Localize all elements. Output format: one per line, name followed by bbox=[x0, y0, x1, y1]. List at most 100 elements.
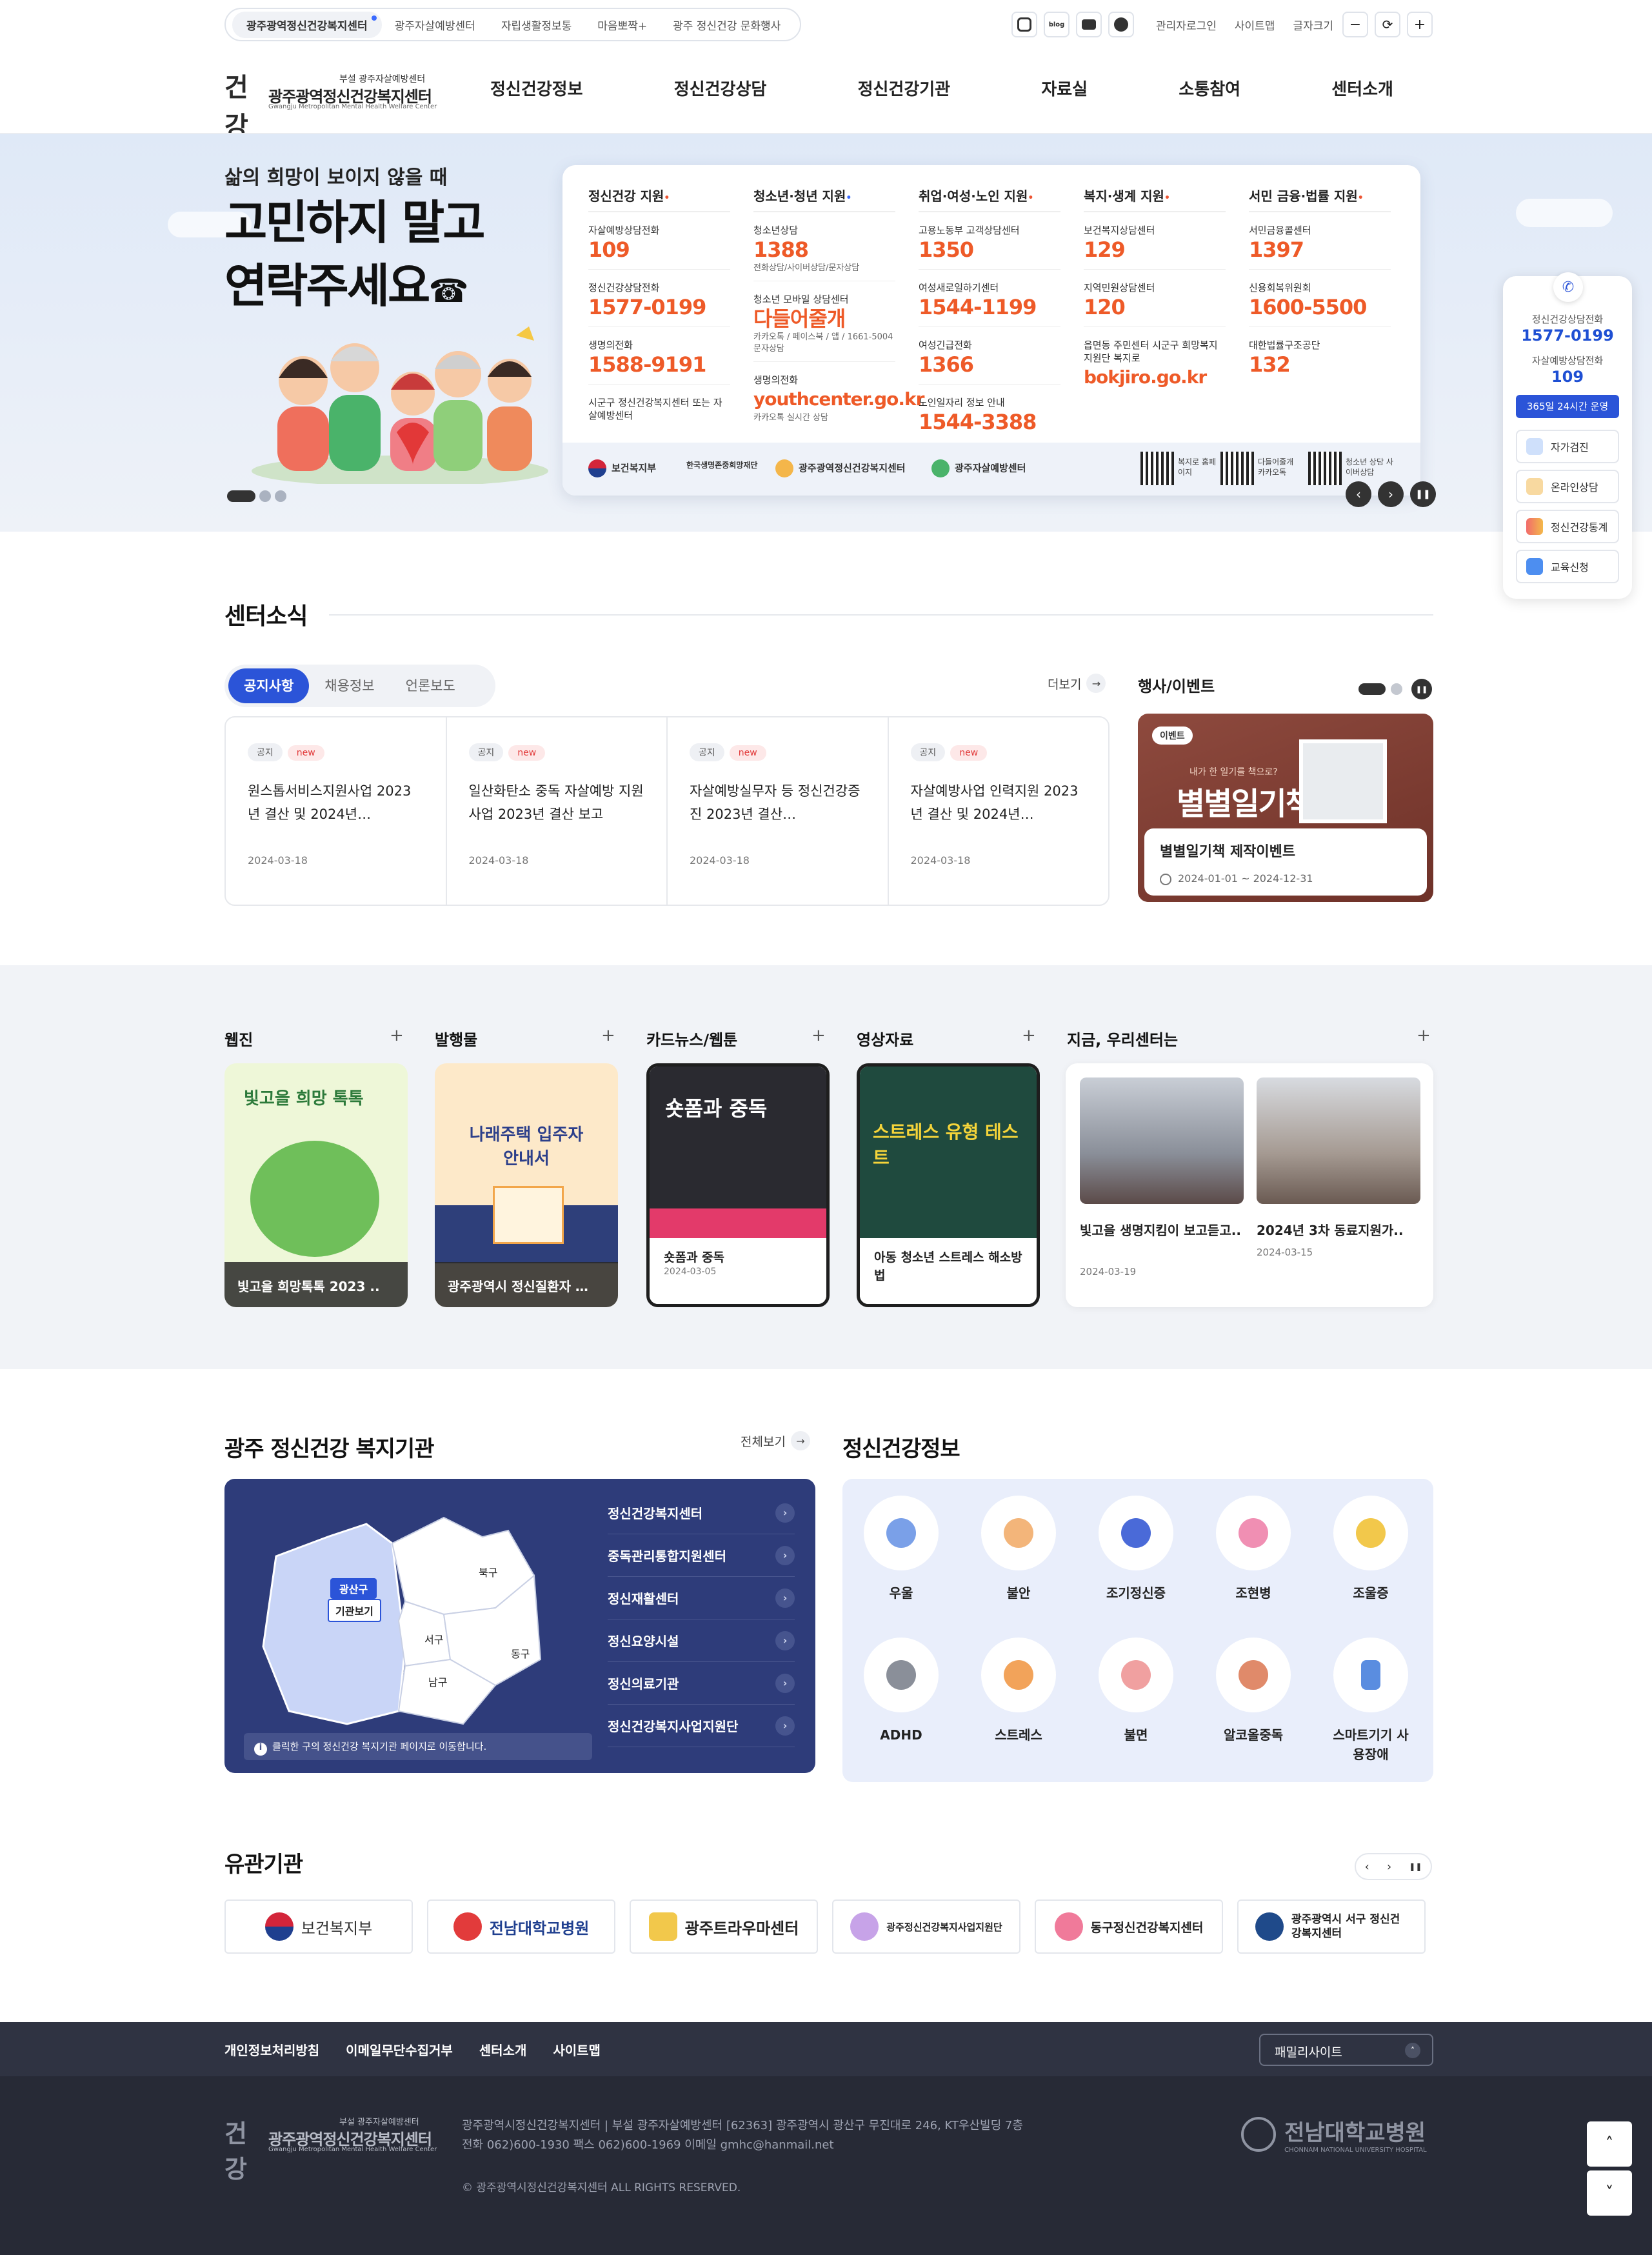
hotline-item[interactable]: 고용노동부 고객상담센터 1350 bbox=[919, 224, 1060, 270]
plus-icon[interactable]: + bbox=[811, 1026, 826, 1045]
district-label-seo[interactable]: 서구 bbox=[424, 1631, 443, 1647]
event-photo[interactable] bbox=[1257, 1077, 1420, 1204]
pagination-dot[interactable] bbox=[1391, 683, 1402, 695]
prev-slide-button[interactable]: ‹ bbox=[1346, 481, 1371, 507]
event-card[interactable]: 이벤트 내가 한 일기를 책으로? 별별일기책 별별일기책 제작이벤트 2024… bbox=[1138, 714, 1433, 902]
plus-icon[interactable]: + bbox=[390, 1026, 404, 1045]
related-link[interactable]: 보건복지부 bbox=[224, 1899, 413, 1954]
pagination-dot[interactable] bbox=[275, 490, 286, 502]
site-logo[interactable]: 건강 부설 광주자살예방센터 광주광역정신건강복지센터 Gwangju Metr… bbox=[224, 65, 437, 141]
district-label-dong[interactable]: 동구 bbox=[511, 1645, 530, 1661]
instagram-icon[interactable] bbox=[1011, 12, 1038, 37]
hotline-item[interactable]: 청소년 모바일 상담센터 다들어줄개 카카오톡 / 페이스북 / 앱 / 1661-… bbox=[753, 293, 895, 362]
self-check-button[interactable]: 자가검진 bbox=[1516, 430, 1619, 463]
site-tab[interactable]: 광주자살예방센터 bbox=[382, 17, 488, 33]
hotline-item[interactable]: 자살예방상담전화 109 bbox=[588, 224, 730, 270]
district-label-gwangsan[interactable]: 광산구 bbox=[330, 1578, 377, 1599]
facility-type-item[interactable]: 정신요양시설 › bbox=[608, 1619, 795, 1662]
webzine-card[interactable]: 빛고을 희망 톡톡 빛고을 희망톡톡 2023 .. bbox=[224, 1063, 408, 1307]
pause-slide-button[interactable]: ❚❚ bbox=[1411, 679, 1432, 699]
hotline-item[interactable]: 지역민원상담센터 120 bbox=[1084, 281, 1226, 327]
site-tab-active[interactable]: 광주광역정신건강복지센터 bbox=[232, 11, 382, 38]
email-refusal-link[interactable]: 이메일무단수집거부 bbox=[346, 2043, 453, 2058]
related-link[interactable]: 전남대학교병원 bbox=[427, 1899, 615, 1954]
statistics-button[interactable]: 정신건강통계 bbox=[1516, 510, 1619, 543]
hotline-item[interactable]: 신용회복위원회 1600-5500 bbox=[1249, 281, 1391, 327]
related-link[interactable]: 광주트라우마센터 bbox=[630, 1899, 818, 1954]
notice-card[interactable]: 공지 new 자살예방사업 인력지원 2023년 결산 및 2024년… 2024-0… bbox=[889, 717, 1109, 905]
district-label-nam[interactable]: 남구 bbox=[428, 1674, 447, 1689]
nav-item[interactable]: 자료실 bbox=[1041, 76, 1088, 105]
related-link[interactable]: 동구정신건강복지센터 bbox=[1035, 1899, 1223, 1954]
quick-hotline-number[interactable]: 1577-0199 bbox=[1503, 326, 1632, 345]
sitemap-link[interactable]: 사이트맵 bbox=[1226, 17, 1284, 33]
site-tab[interactable]: 마음뽀짝+ bbox=[584, 17, 660, 33]
hotline-item[interactable]: 보건복지상담센터 129 bbox=[1084, 224, 1226, 270]
education-button[interactable]: 교육신청 bbox=[1516, 550, 1619, 583]
now-item-title[interactable]: 2024년 3차 동료지원가.. bbox=[1257, 1221, 1418, 1240]
nav-item[interactable]: 정신건강정보 bbox=[490, 76, 583, 105]
family-site-select[interactable]: 패밀리사이트 ˄ bbox=[1259, 2034, 1433, 2066]
health-item-bipolar[interactable]: 조울증 bbox=[1312, 1496, 1429, 1603]
plus-icon[interactable]: + bbox=[1417, 1026, 1431, 1045]
health-item-stress[interactable]: 스트레스 bbox=[960, 1638, 1077, 1745]
facility-type-item[interactable]: 정신건강복지센터 › bbox=[608, 1492, 795, 1534]
prev-button[interactable]: ‹ bbox=[1365, 1860, 1369, 1874]
health-item-early-psychosis[interactable]: 조기정신증 bbox=[1077, 1496, 1195, 1603]
hotline-item[interactable]: 청소년상담 1388 전화상담/사이버상담/문자상담 bbox=[753, 224, 895, 281]
facility-type-item[interactable]: 중독관리통합지원센터 › bbox=[608, 1534, 795, 1577]
hotline-item[interactable]: 대한법률구조공단 132 bbox=[1249, 339, 1391, 384]
hotline-item[interactable]: 서민금융콜센터 1397 bbox=[1249, 224, 1391, 270]
hotline-item[interactable]: 여성긴급전화 1366 bbox=[919, 339, 1060, 385]
health-item-alcohol[interactable]: 알코올중독 bbox=[1195, 1638, 1312, 1745]
hotline-item[interactable]: 정신건강상담전화 1577-0199 bbox=[588, 281, 730, 327]
site-tab[interactable]: 자립생활정보통 bbox=[488, 17, 584, 33]
hotline-item[interactable]: 생명의전화 1588-9191 bbox=[588, 339, 730, 385]
facility-type-item[interactable]: 정신재활센터 › bbox=[608, 1577, 795, 1619]
hospital-logo[interactable]: 전남대학교병원 CHONNAM NATIONAL UNIVERSITY HOSPI… bbox=[1241, 2115, 1427, 2154]
health-item-anxiety[interactable]: 불안 bbox=[960, 1496, 1077, 1603]
facility-type-item[interactable]: 정신건강복지사업지원단 › bbox=[608, 1705, 795, 1747]
cardnews-card[interactable]: 숏폼과 중독 숏폼과 중독 2024-03-05 bbox=[646, 1063, 830, 1307]
now-item-title[interactable]: 빛고을 생명지킴이 보고듣고.. bbox=[1080, 1221, 1241, 1240]
notice-card[interactable]: 공지 new 자살예방실무자 등 정신건강증진 2023년 결산… 2024-03-1… bbox=[668, 717, 889, 905]
health-item-insomnia[interactable]: 불면 bbox=[1077, 1638, 1195, 1745]
pause-slide-button[interactable]: ❚❚ bbox=[1410, 481, 1436, 507]
font-decrease-button[interactable]: − bbox=[1342, 12, 1368, 37]
next-slide-button[interactable]: › bbox=[1378, 481, 1404, 507]
nav-item[interactable]: 소통참여 bbox=[1179, 76, 1240, 105]
health-item-adhd[interactable]: ADHD bbox=[842, 1638, 960, 1745]
quick-hotline-number[interactable]: 109 bbox=[1503, 368, 1632, 386]
tab-notice[interactable]: 공지사항 bbox=[228, 668, 310, 703]
video-card[interactable]: 스트레스 유형 테스트 아동 청소년 스트레스 해소방법 bbox=[857, 1063, 1040, 1307]
district-label-buk[interactable]: 북구 bbox=[479, 1564, 497, 1579]
privacy-policy-link[interactable]: 개인정보처리방침 bbox=[224, 2043, 319, 2058]
next-button[interactable]: › bbox=[1387, 1860, 1391, 1874]
blog-icon[interactable]: blog bbox=[1044, 12, 1070, 37]
hotline-item[interactable]: 여성새로일하기센터 1544-1199 bbox=[919, 281, 1060, 327]
tab-recruit[interactable]: 채용정보 bbox=[309, 668, 390, 703]
hotline-item[interactable]: 읍면동 주민센터 시군구 희망복지지원단 복지로 bokjiro.go.kr bbox=[1084, 339, 1226, 397]
about-link[interactable]: 센터소개 bbox=[479, 2043, 527, 2058]
related-link[interactable]: 광주광역시 서구 정신건강복지센터 bbox=[1237, 1899, 1426, 1954]
youtube-icon[interactable] bbox=[1076, 12, 1102, 37]
font-reset-button[interactable]: ⟳ bbox=[1375, 12, 1400, 37]
health-item-smartphone[interactable]: 스마트기기 사용장애 bbox=[1312, 1638, 1429, 1764]
event-photo[interactable] bbox=[1080, 1077, 1244, 1204]
font-increase-button[interactable]: + bbox=[1407, 12, 1433, 37]
nav-item[interactable]: 정신건강상담 bbox=[674, 76, 767, 105]
scroll-bottom-button[interactable]: ˅ bbox=[1587, 2170, 1632, 2216]
hotline-item[interactable]: 노인일자리 정보 안내 1544-3388 bbox=[919, 396, 1060, 441]
related-link[interactable]: 광주정신건강복지사업지원단 bbox=[832, 1899, 1020, 1954]
site-tab[interactable]: 광주 정신건강 문화행사 bbox=[660, 17, 793, 33]
pause-button[interactable]: ❚❚ bbox=[1409, 1862, 1422, 1871]
publication-card[interactable]: 나래주택 입주자 안내서 광주광역시 정신질환자 … bbox=[435, 1063, 618, 1307]
talk-icon[interactable] bbox=[1108, 12, 1135, 37]
nav-item[interactable]: 센터소개 bbox=[1331, 76, 1393, 105]
sitemap-link[interactable]: 사이트맵 bbox=[553, 2043, 601, 2058]
health-item-depression[interactable]: 우울 bbox=[842, 1496, 960, 1603]
nav-item[interactable]: 정신건강기관 bbox=[858, 76, 951, 105]
facility-more-link[interactable]: 전체보기 → bbox=[741, 1431, 810, 1450]
facility-type-item[interactable]: 정신의료기관 › bbox=[608, 1662, 795, 1705]
pagination-dot[interactable] bbox=[259, 490, 271, 502]
